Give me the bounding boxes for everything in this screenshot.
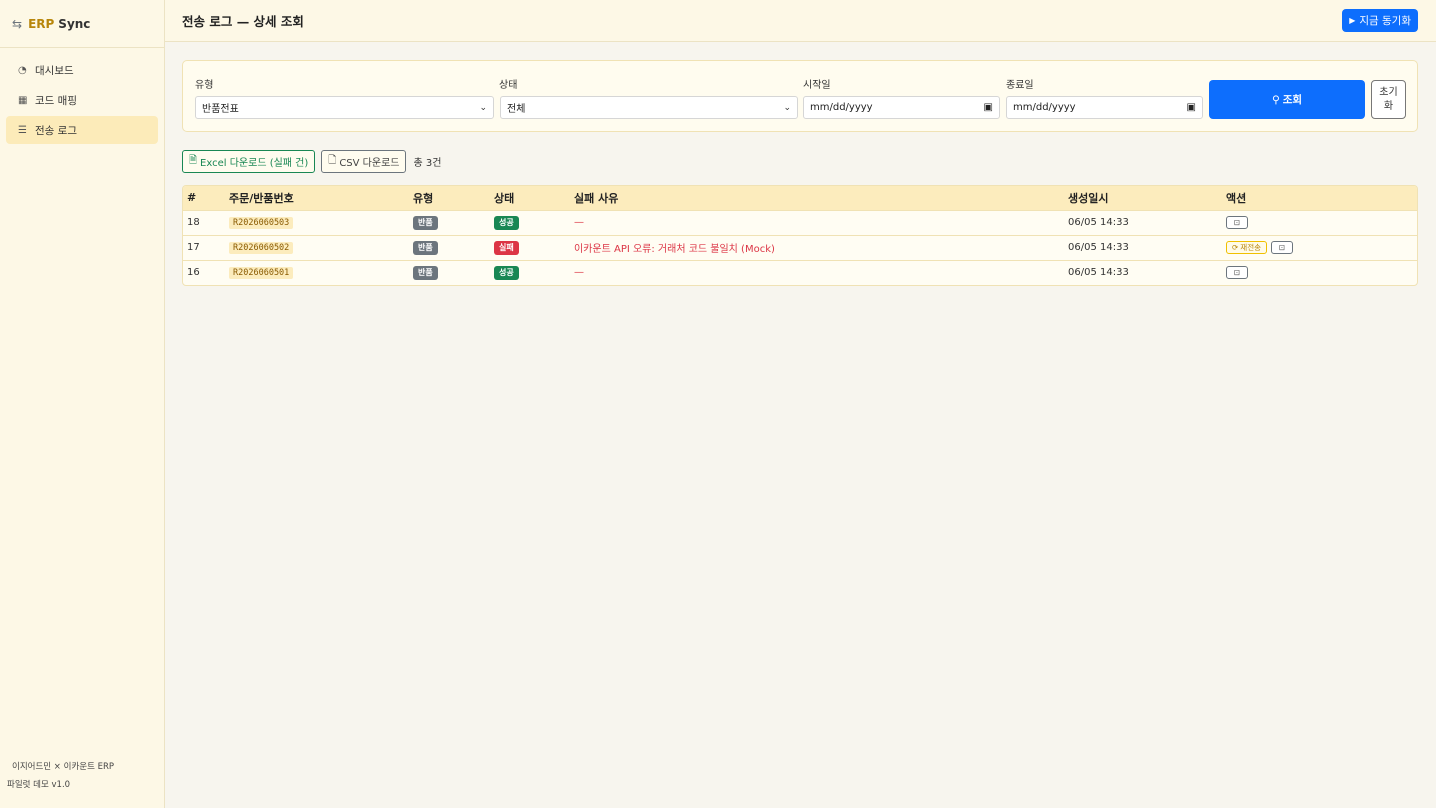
chevron-down-icon: ⌄ [479,102,487,113]
retry-button[interactable]: ⟳ 재전송 [1226,241,1267,254]
csv-file-icon: 🗋 [328,155,337,166]
refresh-icon: ⟳ [1232,243,1239,252]
excel-download-button[interactable]: 🗎 Excel 다운로드 (실패 건) [182,150,316,173]
type-select[interactable]: 반품전표 ⌄ [195,96,494,119]
view-detail-button[interactable]: ⊡ [1271,241,1293,254]
sidebar-item-transfer-log[interactable]: ☰ 전송 로그 [6,116,158,144]
type-badge: 반품 [413,240,438,255]
created-at: 06/05 14:33 [1068,267,1129,279]
footer-line-2: 파일럿 데모 v1.0 [7,780,71,790]
failure-reason: — [574,267,584,279]
search-button[interactable]: ⚲ 조회 [1209,80,1365,119]
excel-file-icon: 🗎 [189,155,198,166]
type-badge: 반품 [413,215,438,230]
row-id: 18 [187,217,200,228]
failure-reason: — [574,217,584,228]
search-button-label: 조회 [1282,94,1303,106]
end-date-input[interactable]: mm/dd/yyyy ▣ [1006,96,1203,119]
calendar-icon[interactable]: ▣ [984,102,993,113]
reset-button-label: 초기화 [1379,86,1398,112]
detail-view-icon: ⊡ [1233,218,1241,227]
type-badge: 반품 [413,265,438,280]
search-icon: ⚲ [1271,93,1280,106]
brand-logo[interactable]: ⇆ ERP Sync [0,0,164,48]
order-number[interactable]: R2026060501 [229,266,294,279]
table-header-row: # 주문/반품번호 유형 상태 실패 사유 생성일시 액션 [183,186,1417,210]
page-title: 전송 로그 — 상세 조회 [182,14,304,29]
status-badge: 성공 [494,265,519,280]
brand-suffix: Sync [58,16,91,31]
swap-arrows-icon: ⇆ [12,16,23,31]
sidebar-item-label: 전송 로그 [35,124,77,137]
top-bar: 전송 로그 — 상세 조회 ▶ 지금 동기화 [165,0,1436,42]
status-select[interactable]: 전체 ⌄ [500,96,798,119]
list-icon: ☰ [18,124,27,136]
calendar-icon[interactable]: ▣ [1187,102,1196,113]
download-toolbar: 🗎 Excel 다운로드 (실패 건) 🗋 CSV 다운로드 총 3건 [182,150,441,173]
view-detail-button[interactable]: ⊡ [1226,266,1248,280]
detail-view-icon: ⊡ [1278,243,1286,252]
table-row: 16 R2026060501 반품 성공 — 06/05 14:33 ⊡ [183,260,1417,285]
reset-button[interactable]: 초기화 [1371,80,1406,119]
end-date-value: mm/dd/yyyy [1013,102,1076,113]
csv-download-button[interactable]: 🗋 CSV 다운로드 [321,150,407,173]
speedometer-icon: ◔ [18,64,27,76]
column-header-actions: 액션 [1226,191,1247,205]
total-count: 총 3건 [413,158,442,169]
column-header-created[interactable]: 생성일시 [1064,186,1222,210]
main-content: 전송 로그 — 상세 조회 ▶ 지금 동기화 유형 반품전표 ⌄ 상태 전체 ⌄… [165,0,1436,808]
column-header-type[interactable]: 유형 [409,186,490,210]
sync-now-label: 지금 동기화 [1359,15,1411,27]
filter-panel: 유형 반품전표 ⌄ 상태 전체 ⌄ 시작일 mm/dd/yyyy ▣ 종료일 m… [182,60,1418,132]
table-row: 17 R2026060502 반품 실패 이카운트 API 오류: 거래처 코드… [183,235,1417,260]
table-icon: ▦ [18,94,28,106]
status-badge: 실패 [494,240,519,255]
row-id: 17 [187,242,200,253]
column-header-order[interactable]: 주문/반품번호 [225,186,409,210]
failure-reason: 이카운트 API 오류: 거래처 코드 불일치 (Mock) [574,244,775,255]
start-date-label: 시작일 [803,80,831,91]
retry-label: 재전송 [1240,243,1261,252]
row-id: 16 [187,267,200,279]
start-date-value: mm/dd/yyyy [810,102,873,113]
order-number[interactable]: R2026060503 [229,216,294,229]
sidebar-item-code-mapping[interactable]: ▦ 코드 매핑 [6,86,158,114]
status-select-value: 전체 [507,104,526,115]
status-badge: 성공 [494,215,519,230]
column-header-status[interactable]: 상태 [490,186,570,210]
type-filter-label: 유형 [195,80,214,91]
order-number[interactable]: R2026060502 [229,241,294,254]
sidebar-item-label: 코드 매핑 [35,94,77,107]
sync-now-button[interactable]: ▶ 지금 동기화 [1342,9,1418,32]
column-header-id[interactable]: # [183,186,225,210]
sidebar-footer: 이지어드민 × 이카운트 ERP 파일럿 데모 v1.0 [7,758,114,794]
sidebar-nav: ◔ 대시보드 ▦ 코드 매핑 ☰ 전송 로그 [0,48,164,154]
play-icon: ▶ [1349,16,1356,25]
created-at: 06/05 14:33 [1068,242,1129,253]
log-table: # 주문/반품번호 유형 상태 실패 사유 생성일시 액션 18 R202606… [182,185,1418,286]
created-at: 06/05 14:33 [1068,217,1129,228]
column-header-reason[interactable]: 실패 사유 [570,186,1064,210]
sidebar-item-dashboard[interactable]: ◔ 대시보드 [6,56,158,84]
status-filter-label: 상태 [499,80,518,91]
brand-name: ERP [28,16,55,31]
view-detail-button[interactable]: ⊡ [1226,216,1248,229]
detail-view-icon: ⊡ [1233,268,1241,278]
sidebar-item-label: 대시보드 [35,64,74,77]
end-date-label: 종료일 [1006,80,1034,91]
chevron-down-icon: ⌄ [783,102,791,113]
start-date-input[interactable]: mm/dd/yyyy ▣ [803,96,1000,119]
footer-line-1: 이지어드민 × 이카운트 ERP [12,762,115,772]
csv-download-label: CSV 다운로드 [339,158,400,169]
sidebar: ⇆ ERP Sync ◔ 대시보드 ▦ 코드 매핑 ☰ 전송 로그 이지어드민 … [0,0,165,808]
type-select-value: 반품전표 [202,104,239,115]
table-row: 18 R2026060503 반품 성공 — 06/05 14:33 ⊡ [183,210,1417,235]
excel-download-label: Excel 다운로드 (실패 건) [200,158,309,169]
